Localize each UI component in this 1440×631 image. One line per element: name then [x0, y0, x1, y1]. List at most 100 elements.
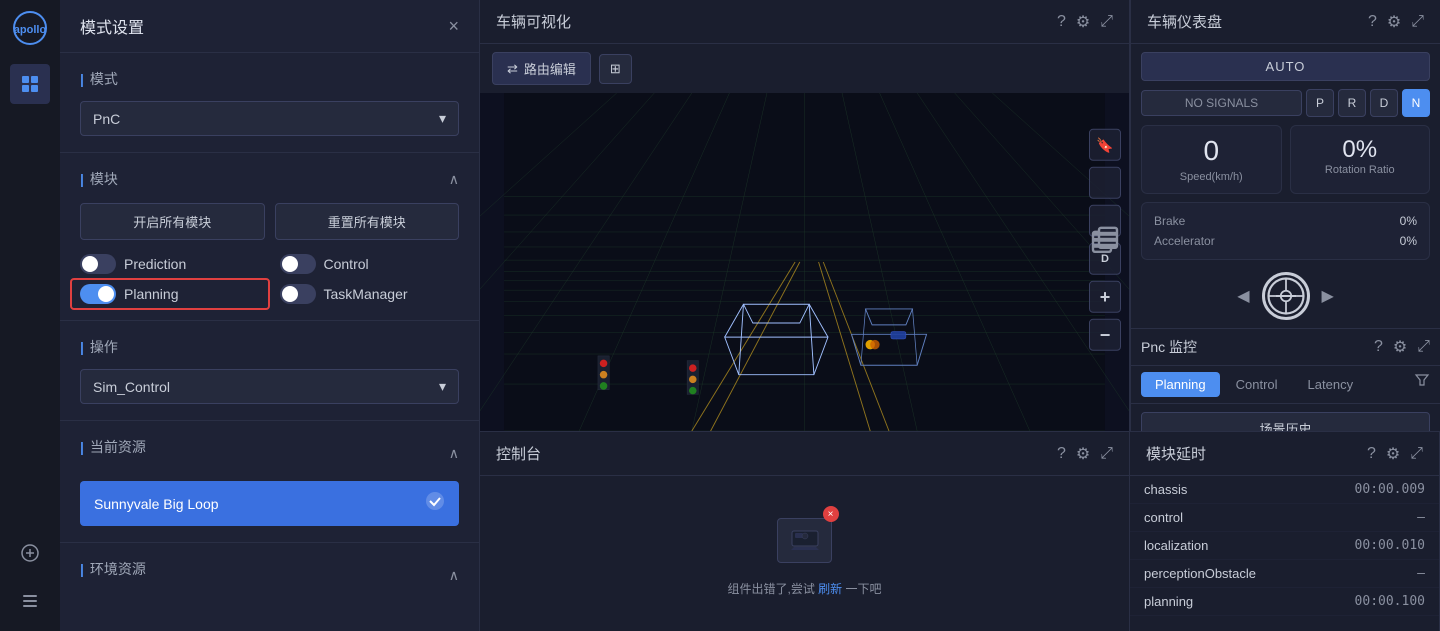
mode-panel-header: 模式设置 × — [60, 0, 479, 53]
module-item-planning: Planning — [70, 278, 270, 310]
console-panel: 控制台 ? ⚙ ⤢ × — [480, 432, 1130, 631]
viz-panel: 车辆可视化 ? ⚙ ⤢ ⇄ 路由编辑 ⊞ — [480, 0, 1130, 431]
no-signals-button[interactable]: NO SIGNALS — [1141, 90, 1302, 116]
mode-dropdown[interactable]: PnC ▾ — [80, 101, 459, 136]
error-icon-container: × — [775, 510, 835, 570]
resources-section-header: 当前资源 ∧ — [80, 437, 459, 469]
drive-btn-r[interactable]: R — [1338, 89, 1366, 117]
refresh-link[interactable]: 刷新 — [818, 582, 842, 596]
mode-dropdown-arrow: ▾ — [439, 110, 446, 127]
modules-section-title: 模块 — [80, 169, 118, 189]
tab-planning[interactable]: Planning — [1141, 372, 1220, 397]
dashboard-question-icon[interactable]: ? — [1368, 13, 1377, 31]
operations-dropdown[interactable]: Sim_Control ▾ — [80, 369, 459, 404]
steer-left-arrow[interactable]: ◀ — [1237, 286, 1249, 306]
mode-section: 模式 PnC ▾ — [60, 53, 479, 153]
close-button[interactable]: × — [448, 16, 459, 37]
planning-delay-name: planning — [1144, 594, 1193, 609]
console-settings-icon[interactable]: ⚙ — [1076, 444, 1090, 464]
pnc-panel: Pnc 监控 ? ⚙ ⤢ Planning Control Latency — [1131, 328, 1440, 431]
env-resources-section: 环境资源 ∧ — [60, 542, 479, 619]
module-delay-header-icons: ? ⚙ ⤢ — [1367, 444, 1423, 464]
console-expand-icon[interactable]: ⤢ — [1100, 445, 1113, 463]
planning-toggle[interactable] — [80, 284, 116, 304]
dashboard-header: 车辆仪表盘 ? ⚙ ⤢ — [1131, 0, 1440, 44]
speed-value: 0 — [1152, 136, 1271, 167]
resources-collapse-icon[interactable]: ∧ — [449, 445, 459, 462]
pnc-question-icon[interactable]: ? — [1374, 338, 1383, 356]
delay-row-localization: localization 00:00.010 — [1130, 532, 1439, 560]
svg-text:apollo: apollo — [14, 24, 47, 36]
modules-grid: Prediction Control Planning — [80, 254, 459, 304]
resources-section-title: 当前资源 — [80, 437, 146, 457]
pnc-filter-icon[interactable] — [1414, 372, 1430, 397]
viz-panel-header-icons: ? ⚙ ⤢ — [1057, 12, 1113, 32]
steering-wheel — [1262, 272, 1310, 320]
brake-value: 0% — [1400, 214, 1417, 228]
mode-panel-title: 模式设置 — [80, 14, 144, 38]
reset-all-button[interactable]: 重置所有模块 — [275, 203, 460, 240]
delay-row-planning: planning 00:00.100 — [1130, 588, 1439, 616]
taskmanager-toggle[interactable] — [280, 284, 316, 304]
speed-label: Speed(km/h) — [1152, 171, 1271, 183]
delay-row-perception: perceptionObstacle — — [1130, 560, 1439, 588]
env-resources-collapse-icon[interactable]: ∧ — [449, 567, 459, 584]
error-message: 组件出错了,尝试 刷新 一下吧 — [727, 580, 881, 597]
nav-icon-plus[interactable] — [10, 533, 50, 573]
module-delay-header: 模块延时 ? ⚙ ⤢ — [1130, 432, 1439, 476]
drive-btn-p[interactable]: P — [1306, 89, 1334, 117]
main-content: 车辆可视化 ? ⚙ ⤢ ⇄ 路由编辑 ⊞ — [480, 0, 1440, 631]
auto-badge: AUTO — [1141, 52, 1430, 81]
enable-all-button[interactable]: 开启所有模块 — [80, 203, 265, 240]
mode-section-title: 模式 — [80, 69, 459, 89]
console-title: 控制台 — [496, 443, 541, 464]
error-close-icon: × — [823, 506, 839, 522]
tab-control[interactable]: Control — [1222, 372, 1292, 397]
brake-accel-card: Brake 0% Accelerator 0% — [1141, 202, 1430, 260]
modules-collapse-icon[interactable]: ∧ — [449, 171, 459, 188]
scenario-history-button[interactable]: 场景历史 — [1141, 412, 1430, 431]
resource-item[interactable]: Sunnyvale Big Loop — [80, 481, 459, 526]
viz-question-icon[interactable]: ? — [1057, 13, 1066, 31]
route-edit-button[interactable]: ⇄ 路由编辑 — [492, 52, 591, 85]
rotation-card: 0% Rotation Ratio — [1290, 125, 1431, 194]
nav-icon-grid[interactable] — [10, 64, 50, 104]
drive-btn-d[interactable]: D — [1370, 89, 1398, 117]
module-delay-title: 模块延时 — [1146, 443, 1206, 464]
pnc-expand-icon[interactable]: ⤢ — [1417, 338, 1430, 356]
viz-settings-icon[interactable]: ⚙ — [1076, 12, 1090, 32]
dashboard-settings-icon[interactable]: ⚙ — [1387, 12, 1401, 32]
tab-latency[interactable]: Latency — [1294, 372, 1368, 397]
perception-value: — — [1417, 566, 1425, 581]
delay-question-icon[interactable]: ? — [1367, 445, 1376, 463]
nav-icon-list[interactable] — [10, 581, 50, 621]
modules-section: 模块 ∧ 开启所有模块 重置所有模块 Prediction Control — [60, 153, 479, 320]
planning-label: Planning — [124, 286, 179, 302]
steer-right-arrow[interactable]: ▶ — [1322, 286, 1334, 306]
accelerator-row: Accelerator 0% — [1154, 231, 1417, 251]
apollo-logo: apollo — [12, 10, 48, 46]
localization-value: 00:00.010 — [1355, 538, 1425, 553]
console-question-icon[interactable]: ? — [1057, 445, 1066, 463]
viz-expand-icon[interactable]: ⤢ — [1100, 13, 1113, 31]
drive-btn-n[interactable]: N — [1402, 89, 1430, 117]
control-toggle[interactable] — [280, 254, 316, 274]
delay-expand-icon[interactable]: ⤢ — [1410, 445, 1423, 463]
pnc-title: Pnc 监控 — [1141, 337, 1197, 357]
localization-name: localization — [1144, 538, 1208, 553]
chassis-name: chassis — [1144, 482, 1187, 497]
mode-dropdown-value: PnC — [93, 111, 120, 127]
module-item-prediction: Prediction — [80, 254, 260, 274]
layers-button[interactable] — [1089, 205, 1121, 237]
prediction-toggle[interactable] — [80, 254, 116, 274]
pnc-header-icons: ? ⚙ ⤢ — [1374, 337, 1430, 357]
layer-icon-button[interactable]: ⊞ — [599, 54, 632, 84]
pnc-header: Pnc 监控 ? ⚙ ⤢ — [1131, 329, 1440, 366]
pnc-settings-icon[interactable]: ⚙ — [1393, 337, 1407, 357]
drive-mode-row: NO SIGNALS P R D N — [1131, 89, 1440, 117]
modules-btn-row: 开启所有模块 重置所有模块 — [80, 203, 459, 240]
dashboard-expand-icon[interactable]: ⤢ — [1411, 13, 1424, 31]
icon-bar: apollo — [0, 0, 60, 631]
env-resources-section-header: 环境资源 ∧ — [80, 559, 459, 591]
delay-settings-icon[interactable]: ⚙ — [1386, 444, 1400, 464]
